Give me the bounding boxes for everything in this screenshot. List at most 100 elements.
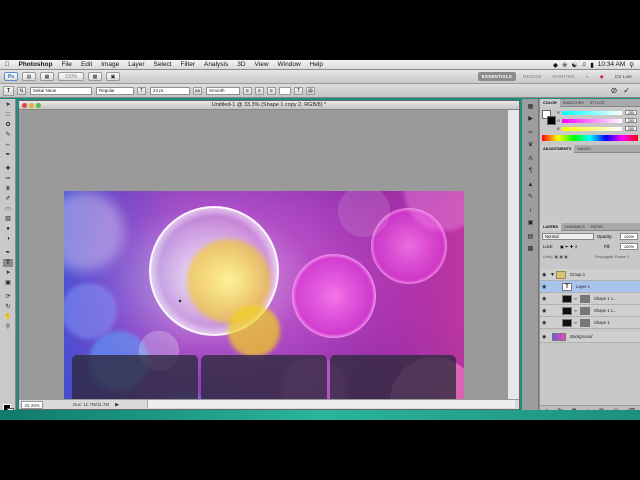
path-selection-tool-icon[interactable]: ➤: [3, 269, 13, 277]
layer-row-shape[interactable]: ◉ ∞ Shape 1 c...: [540, 293, 640, 305]
tab-swatches[interactable]: SWATCHES: [560, 99, 587, 107]
green-slider[interactable]: [562, 119, 622, 123]
arrange-icon[interactable]: ▩: [88, 72, 102, 81]
font-family-select[interactable]: Sekai Neue: [30, 86, 92, 95]
cancel-icon[interactable]: ⊘: [611, 86, 618, 95]
dropbox-icon[interactable]: ◆: [553, 61, 558, 69]
propagate-frame-checkbox[interactable]: Propagate Frame 1: [595, 254, 629, 259]
visibility-eye-icon[interactable]: ◉: [542, 272, 546, 278]
screen-mode-icon[interactable]: ▣: [106, 72, 120, 81]
commit-icon[interactable]: ✓: [623, 86, 630, 95]
blue-value[interactable]: 255: [625, 126, 637, 131]
eraser-tool-icon[interactable]: ▭: [3, 205, 13, 213]
menu-help[interactable]: Help: [305, 61, 327, 68]
bridge-icon[interactable]: ▤: [22, 72, 36, 81]
character-panel-icon-dock[interactable]: A: [526, 155, 535, 163]
green-value[interactable]: 255: [625, 118, 637, 123]
3d-orbit-tool-icon[interactable]: ↻: [3, 303, 13, 311]
crop-tool-icon[interactable]: ⌙: [3, 141, 13, 149]
align-left-icon[interactable]: ≡: [243, 86, 252, 95]
zoom-tool-icon[interactable]: ⚲: [3, 323, 13, 331]
extras-icon[interactable]: ▦: [40, 72, 54, 81]
menu-analysis[interactable]: Analysis: [200, 61, 233, 68]
workspace-essentials[interactable]: ESSENTIALS: [477, 72, 516, 81]
wifi-icon[interactable]: ☯: [571, 61, 577, 69]
align-right-icon[interactable]: ≡: [267, 86, 276, 95]
font-style-select[interactable]: Regular: [96, 86, 134, 95]
shape-1[interactable]: [72, 355, 198, 400]
shape-1-copy[interactable]: [201, 355, 327, 400]
layer-row-shape[interactable]: ◉ ∞ Shape 1: [540, 317, 640, 329]
shape-1-copy-2[interactable]: [330, 355, 456, 400]
visibility-eye-icon[interactable]: ◉: [542, 320, 546, 326]
visibility-eye-icon[interactable]: ◉: [542, 308, 546, 314]
color-spectrum-bar[interactable]: [542, 135, 638, 141]
zoom-level-select[interactable]: 100%: [58, 72, 84, 81]
tab-paths[interactable]: PATHS: [588, 223, 606, 231]
blend-mode-select[interactable]: Normal: [542, 233, 594, 240]
info-panel-icon[interactable]: i: [526, 207, 535, 215]
align-center-icon[interactable]: ≡: [255, 86, 264, 95]
layer-row-shape[interactable]: ◉ ∞ Shape 1 c...: [540, 305, 640, 317]
zoom-field[interactable]: 33.33%: [21, 400, 43, 409]
layer-row-text[interactable]: ◉ T Layer 1: [540, 281, 640, 293]
menu-edit[interactable]: Edit: [76, 61, 96, 68]
blue-slider[interactable]: [562, 127, 622, 131]
doc-size-info[interactable]: Doc: 11.7M/11.7M: [73, 402, 109, 407]
menu-clock[interactable]: 10:34 AM: [598, 61, 625, 68]
3d-rotate-tool-icon[interactable]: ⟳: [3, 293, 13, 301]
quick-select-tool-icon[interactable]: ✎: [3, 131, 13, 139]
paragraph-panel-icon[interactable]: ¶: [526, 167, 535, 175]
layer-row-background[interactable]: ◉ Background: [540, 331, 640, 343]
bluetooth-icon[interactable]: ※: [562, 61, 567, 69]
lock-icons[interactable]: ▣ ✒ ✚ ⚷: [560, 244, 578, 249]
font-size-select[interactable]: 24 pt: [150, 86, 190, 95]
menu-app-photoshop[interactable]: Photoshop: [14, 61, 57, 68]
tab-styles[interactable]: STYLES: [587, 99, 608, 107]
tab-layers[interactable]: LAYERS: [540, 222, 562, 231]
lasso-tool-icon[interactable]: ✿: [3, 121, 13, 129]
volume-icon[interactable]: ♫: [581, 61, 586, 68]
status-menu-icon[interactable]: ▶: [115, 402, 119, 408]
animation-panel-icon[interactable]: ▩: [526, 245, 535, 253]
dodge-tool-icon[interactable]: ◑: [3, 235, 13, 243]
menu-select[interactable]: Select: [149, 61, 176, 68]
type-tool-selected-icon[interactable]: T: [3, 259, 13, 267]
shape-tool-icon[interactable]: ▣: [3, 279, 13, 287]
workspace-painting[interactable]: PAINTING: [548, 72, 579, 81]
disclosure-triangle-icon[interactable]: ▼: [550, 272, 555, 278]
warp-text-icon[interactable]: T: [294, 86, 303, 95]
opacity-field[interactable]: 100%: [620, 233, 638, 240]
3d-panel-icon[interactable]: ▲: [526, 181, 535, 189]
red-value[interactable]: 255: [625, 110, 637, 115]
hand-tool-icon[interactable]: ✋: [3, 313, 13, 321]
vertical-scrollbar[interactable]: [507, 110, 519, 400]
navigator-panel-icon[interactable]: ▣: [526, 219, 535, 227]
tab-masks[interactable]: MASKS: [574, 145, 593, 153]
notes-panel-icon[interactable]: ✎: [526, 193, 535, 201]
menu-layer[interactable]: Layer: [124, 61, 149, 68]
marquee-tool-icon[interactable]: □: [3, 111, 13, 119]
tab-adjustments[interactable]: ADJUSTMENTS: [540, 144, 575, 153]
text-orientation-icon[interactable]: ⇅: [17, 86, 26, 95]
menu-image[interactable]: Image: [97, 61, 124, 68]
workspace-more-icon[interactable]: »: [582, 72, 593, 81]
document-title-bar[interactable]: Untitled-1 @ 33.3% (Shape 1 copy 2, RGB/…: [19, 101, 519, 110]
tab-color[interactable]: COLOR: [540, 98, 560, 107]
spotlight-icon[interactable]: ⚲: [629, 61, 634, 69]
history-panel-icon[interactable]: ▦: [526, 103, 535, 111]
canvas-workspace[interactable]: [19, 110, 509, 400]
text-color-swatch[interactable]: [279, 86, 291, 95]
zoom-window-icon[interactable]: [36, 103, 41, 108]
gradient-tool-icon[interactable]: ▧: [3, 215, 13, 223]
move-tool-icon[interactable]: ➤: [3, 101, 13, 109]
brush-tool-icon[interactable]: ✑: [3, 175, 13, 183]
workspace-design[interactable]: DESIGN: [519, 72, 545, 81]
actions-panel-icon[interactable]: ▶: [526, 115, 535, 123]
blur-tool-icon[interactable]: ●: [3, 225, 13, 233]
red-slider[interactable]: [562, 111, 622, 115]
antialias-select[interactable]: Smooth: [206, 86, 240, 95]
document-canvas[interactable]: [64, 191, 464, 400]
menu-filter[interactable]: Filter: [176, 61, 199, 68]
visibility-eye-icon[interactable]: ◉: [542, 296, 546, 302]
